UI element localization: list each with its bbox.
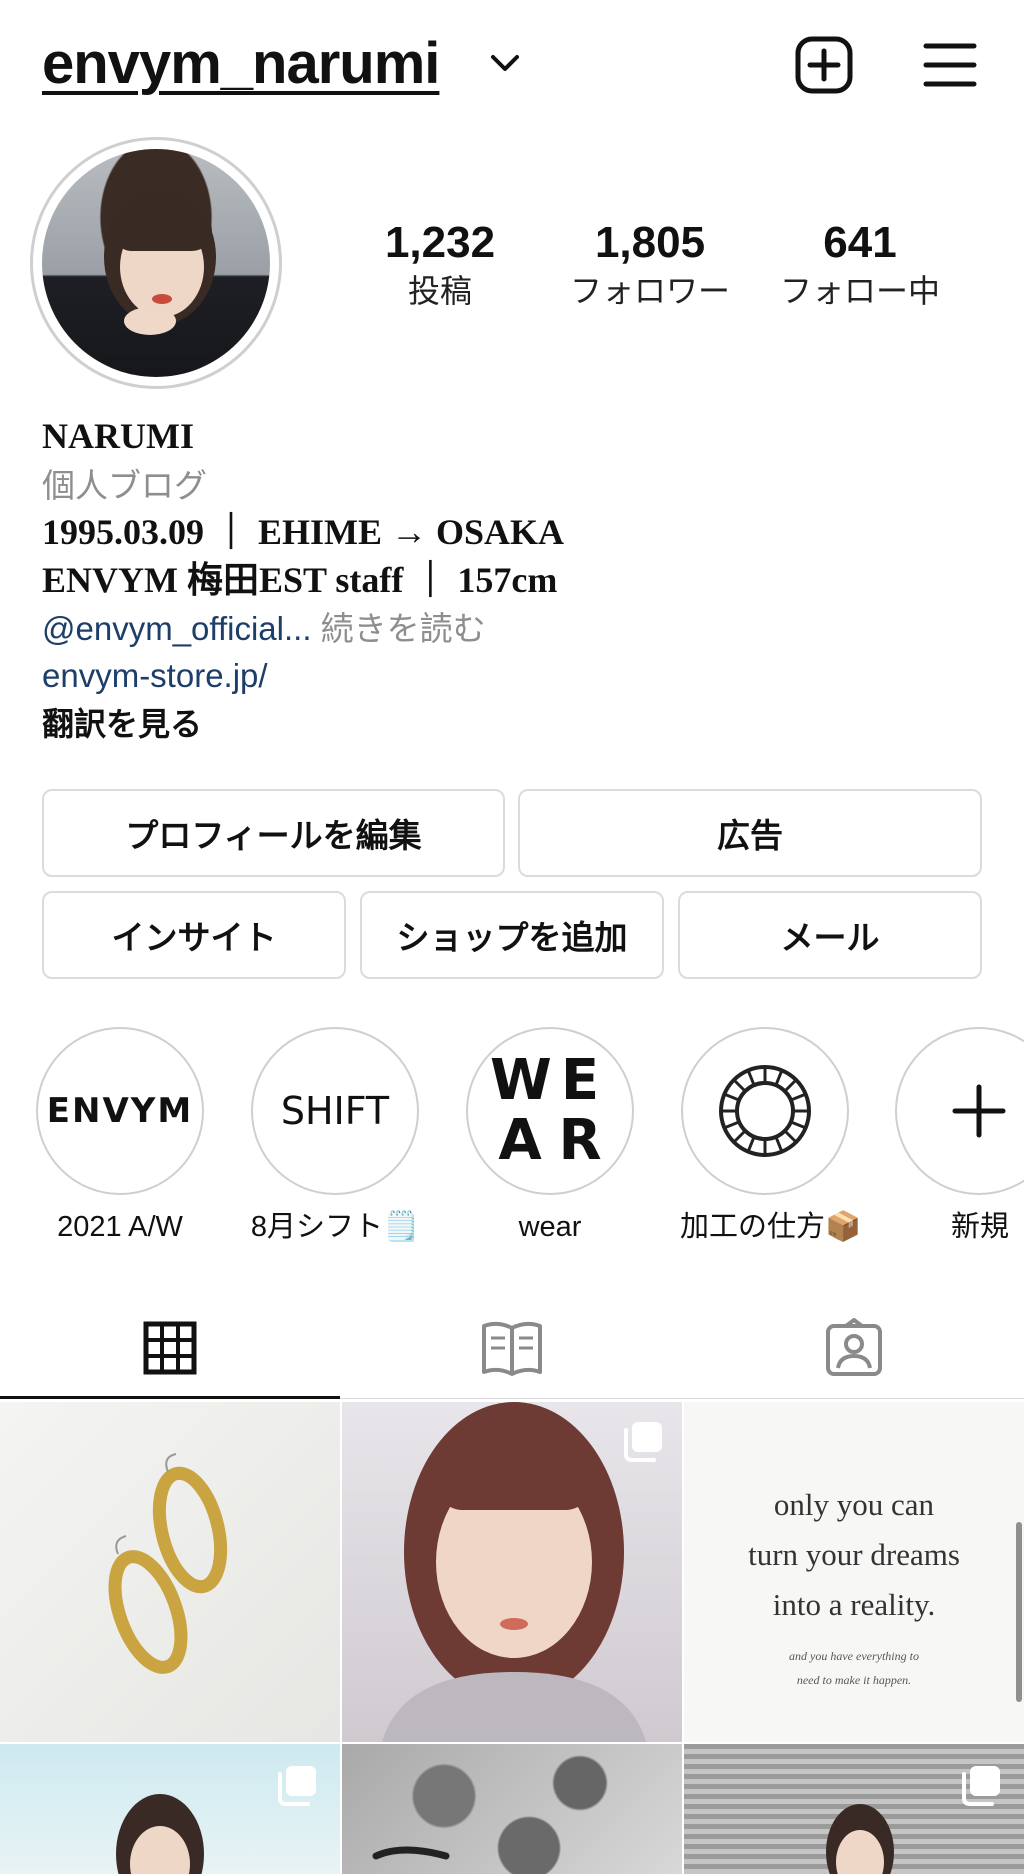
wear-letter: R <box>558 1108 602 1173</box>
bio-line-2: ENVYM 梅田EST staff ｜ 157cm <box>42 560 558 600</box>
new-post-icon[interactable] <box>794 35 854 95</box>
quote-subline: and you have everything to <box>789 1649 919 1663</box>
avatar-photo <box>104 189 216 335</box>
highlight-label: 8月シフト🗒️ <box>250 1211 420 1243</box>
ring-icon <box>719 1065 811 1157</box>
bio-line-1: 1995.03.09 ｜ EHIME → OSAKA <box>42 512 565 552</box>
highlight-cover-text: ENVYM <box>46 1091 194 1131</box>
account-username[interactable]: envym_narumi <box>42 30 440 97</box>
tab-tagged[interactable] <box>684 1296 1024 1400</box>
stat-followers[interactable]: 1,805 フォロワー <box>550 215 750 311</box>
post-portrait-2[interactable] <box>0 1744 340 1874</box>
following-count: 641 <box>823 218 897 267</box>
stat-posts[interactable]: 1,232 投稿 <box>340 215 540 311</box>
bio-mention-link[interactable]: @envym_official... <box>42 610 312 647</box>
wear-letter: E <box>560 1048 600 1113</box>
active-tab-indicator <box>0 1396 340 1399</box>
menu-icon[interactable] <box>922 40 978 90</box>
followers-label: フォロワー <box>569 273 730 309</box>
stat-following[interactable]: 641 フォロー中 <box>760 215 960 311</box>
post-quote[interactable]: only you can turn your dreams into a rea… <box>684 1402 1024 1742</box>
post-image <box>372 1846 450 1860</box>
ads-button[interactable]: 広告 <box>518 789 982 877</box>
followers-count: 1,805 <box>594 218 706 267</box>
profile-display-name: NARUMI <box>42 416 194 456</box>
posts-count: 1,232 <box>384 218 496 267</box>
post-shutter[interactable] <box>684 1744 1024 1874</box>
chevron-down-icon[interactable] <box>488 48 522 78</box>
posts-label: 投稿 <box>407 273 472 309</box>
plus-icon <box>952 1084 1006 1138</box>
quote-line: only you can <box>773 1487 935 1522</box>
post-portrait[interactable] <box>342 1402 682 1742</box>
highlight-envym[interactable]: ENVYM 2021 A/W <box>35 1027 205 1247</box>
avatar[interactable] <box>42 149 270 377</box>
highlight-cover-text: SHIFT <box>280 1089 390 1133</box>
tab-posts-grid[interactable] <box>0 1296 340 1400</box>
guide-icon <box>482 1321 542 1376</box>
highlight-label: 新規 <box>951 1211 1010 1243</box>
add-shop-button[interactable]: ショップを追加 <box>360 891 664 979</box>
following-label: フォロー中 <box>779 273 940 309</box>
highlight-label: 2021 A/W <box>57 1211 183 1243</box>
email-button[interactable]: メール <box>678 891 982 979</box>
profile-website-link[interactable]: envym-store.jp/ <box>42 654 268 698</box>
highlight-new[interactable]: 新規 <box>895 1027 1024 1247</box>
post-image <box>108 1453 228 1674</box>
profile-header: envym_narumi <box>0 0 1024 130</box>
highlight-cover <box>681 1027 849 1195</box>
quote-line: into a reality. <box>772 1587 936 1622</box>
multiple-photos-icon <box>278 1766 316 1806</box>
highlight-label: wear <box>518 1211 582 1243</box>
edit-profile-button[interactable]: プロフィールを編集 <box>42 789 505 877</box>
multiple-photos-icon <box>624 1422 662 1462</box>
wear-letter: W <box>490 1048 552 1113</box>
highlight-shift[interactable]: SHIFT 8月シフト🗒️ <box>250 1027 420 1247</box>
quote-line: turn your dreams <box>748 1537 960 1572</box>
quote-subline: need to make it happen. <box>796 1673 912 1687</box>
quote-text: only you can turn your dreams into a rea… <box>684 1402 1024 1742</box>
post-earrings[interactable] <box>0 1402 340 1742</box>
read-more-link[interactable]: 続きを読む <box>321 610 486 647</box>
grid-icon <box>143 1321 197 1375</box>
highlight-cover: W E A R <box>466 1027 634 1195</box>
multiple-photos-icon <box>962 1766 1000 1806</box>
highlight-label: 加工の仕方📦 <box>680 1211 862 1243</box>
tagged-icon <box>826 1318 882 1376</box>
see-translation-link[interactable]: 翻訳を見る <box>42 702 202 746</box>
highlight-cover <box>895 1027 1024 1195</box>
tab-guides[interactable] <box>342 1296 682 1400</box>
highlight-cover: SHIFT <box>251 1027 419 1195</box>
highlight-cover: ENVYM <box>36 1027 204 1195</box>
highlight-editing[interactable]: 加工の仕方📦 <box>680 1027 862 1247</box>
bio-mention-row: @envym_official... 続きを読む <box>42 607 486 651</box>
highlight-wear[interactable]: W E A R wear <box>465 1027 635 1247</box>
post-drink[interactable] <box>342 1744 682 1874</box>
scrollbar-thumb[interactable] <box>1016 1522 1022 1702</box>
profile-category: 個人ブログ <box>42 467 207 504</box>
wear-logo: W E A R <box>490 1051 610 1171</box>
wear-letter: A <box>498 1108 542 1173</box>
insights-button[interactable]: インサイト <box>42 891 346 979</box>
